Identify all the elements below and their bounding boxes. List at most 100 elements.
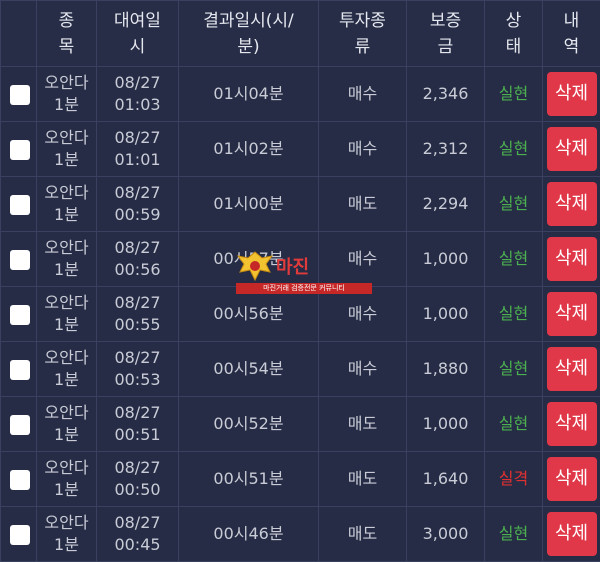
table-row: 오안다 1분08/27 00:5901시00분매도2,294실현삭제 bbox=[1, 177, 600, 232]
deposit-cell: 1,640 bbox=[407, 452, 485, 507]
result-time-cell: 00시51분 bbox=[179, 452, 319, 507]
row-checkbox[interactable] bbox=[10, 470, 30, 490]
delete-button[interactable]: 삭제 bbox=[547, 457, 597, 501]
type-cell: 매도 bbox=[319, 452, 407, 507]
header-type: 투자종 류 bbox=[319, 1, 407, 67]
header-deposit: 보증 금 bbox=[407, 1, 485, 67]
item-cell: 오안다 1분 bbox=[37, 342, 97, 397]
action-cell: 삭제 bbox=[543, 122, 600, 177]
row-checkbox[interactable] bbox=[10, 525, 30, 545]
item-cell: 오안다 1분 bbox=[37, 177, 97, 232]
status-cell: 실격 bbox=[485, 452, 543, 507]
delete-button[interactable]: 삭제 bbox=[547, 237, 597, 281]
action-cell: 삭제 bbox=[543, 67, 600, 122]
delete-button[interactable]: 삭제 bbox=[547, 512, 597, 556]
status-cell: 실현 bbox=[485, 232, 543, 287]
watermark-subtext: 마진거래 검증전문 커뮤니티 bbox=[236, 283, 372, 294]
action-cell: 삭제 bbox=[543, 287, 600, 342]
item-cell: 오안다 1분 bbox=[37, 287, 97, 342]
action-cell: 삭제 bbox=[543, 232, 600, 287]
table-row: 오안다 1분08/27 01:0101시02분매수2,312실현삭제 bbox=[1, 122, 600, 177]
deposit-cell: 2,294 bbox=[407, 177, 485, 232]
watermark-logo: 마진 마진거래 검증전문 커뮤니티 bbox=[236, 250, 372, 296]
delete-button[interactable]: 삭제 bbox=[547, 347, 597, 391]
result-time-cell: 01시00분 bbox=[179, 177, 319, 232]
row-checkbox[interactable] bbox=[10, 360, 30, 380]
table-body: 오안다 1분08/27 01:0301시04분매수2,346실현삭제오안다 1분… bbox=[1, 67, 600, 562]
deposit-cell: 2,312 bbox=[407, 122, 485, 177]
item-cell: 오안다 1분 bbox=[37, 507, 97, 562]
rent-time-cell: 08/27 01:01 bbox=[97, 122, 179, 177]
action-cell: 삭제 bbox=[543, 397, 600, 452]
header-rent-time: 대여일 시 bbox=[97, 1, 179, 67]
action-cell: 삭제 bbox=[543, 177, 600, 232]
delete-button[interactable]: 삭제 bbox=[547, 72, 597, 116]
type-cell: 매도 bbox=[319, 397, 407, 452]
row-checkbox-cell bbox=[1, 232, 37, 287]
deposit-cell: 1,880 bbox=[407, 342, 485, 397]
row-checkbox-cell bbox=[1, 67, 37, 122]
row-checkbox[interactable] bbox=[10, 85, 30, 105]
trade-history: 종 목 대여일 시 결과일시(시/ 분) 투자종 류 보증 금 상 태 내 역 … bbox=[0, 0, 600, 552]
status-cell: 실현 bbox=[485, 122, 543, 177]
table-header: 종 목 대여일 시 결과일시(시/ 분) 투자종 류 보증 금 상 태 내 역 bbox=[1, 1, 600, 67]
result-time-cell: 00시54분 bbox=[179, 342, 319, 397]
row-checkbox-cell bbox=[1, 342, 37, 397]
type-cell: 매도 bbox=[319, 177, 407, 232]
table-row: 오안다 1분08/27 00:5300시54분매수1,880실현삭제 bbox=[1, 342, 600, 397]
delete-button[interactable]: 삭제 bbox=[547, 182, 597, 226]
header-action: 내 역 bbox=[543, 1, 600, 67]
item-cell: 오안다 1분 bbox=[37, 232, 97, 287]
table-row: 오안다 1분08/27 00:5000시51분매도1,640실격삭제 bbox=[1, 452, 600, 507]
row-checkbox[interactable] bbox=[10, 250, 30, 270]
delete-button[interactable]: 삭제 bbox=[547, 292, 597, 336]
row-checkbox[interactable] bbox=[10, 415, 30, 435]
action-cell: 삭제 bbox=[543, 507, 600, 562]
item-cell: 오안다 1분 bbox=[37, 67, 97, 122]
status-cell: 실현 bbox=[485, 177, 543, 232]
header-result-time: 결과일시(시/ 분) bbox=[179, 1, 319, 67]
row-checkbox[interactable] bbox=[10, 305, 30, 325]
type-cell: 매수 bbox=[319, 67, 407, 122]
row-checkbox-cell bbox=[1, 122, 37, 177]
table-row: 오안다 1분08/27 01:0301시04분매수2,346실현삭제 bbox=[1, 67, 600, 122]
row-checkbox[interactable] bbox=[10, 195, 30, 215]
rent-time-cell: 08/27 01:03 bbox=[97, 67, 179, 122]
item-cell: 오안다 1분 bbox=[37, 452, 97, 507]
header-item: 종 목 bbox=[37, 1, 97, 67]
rent-time-cell: 08/27 00:56 bbox=[97, 232, 179, 287]
header-status: 상 태 bbox=[485, 1, 543, 67]
rent-time-cell: 08/27 00:51 bbox=[97, 397, 179, 452]
result-time-cell: 00시46분 bbox=[179, 507, 319, 562]
status-cell: 실현 bbox=[485, 397, 543, 452]
deposit-cell: 1,000 bbox=[407, 287, 485, 342]
status-cell: 실현 bbox=[485, 342, 543, 397]
result-time-cell: 01시04분 bbox=[179, 67, 319, 122]
row-checkbox-cell bbox=[1, 397, 37, 452]
row-checkbox-cell bbox=[1, 507, 37, 562]
action-cell: 삭제 bbox=[543, 342, 600, 397]
item-cell: 오안다 1분 bbox=[37, 122, 97, 177]
rent-time-cell: 08/27 00:59 bbox=[97, 177, 179, 232]
result-time-cell: 00시52분 bbox=[179, 397, 319, 452]
rent-time-cell: 08/27 00:55 bbox=[97, 287, 179, 342]
status-cell: 실현 bbox=[485, 67, 543, 122]
watermark-text: 마진 bbox=[276, 253, 309, 279]
row-checkbox-cell bbox=[1, 452, 37, 507]
action-cell: 삭제 bbox=[543, 452, 600, 507]
delete-button[interactable]: 삭제 bbox=[547, 402, 597, 446]
type-cell: 매도 bbox=[319, 507, 407, 562]
item-cell: 오안다 1분 bbox=[37, 397, 97, 452]
table-row: 오안다 1분08/27 00:4500시46분매도3,000실현삭제 bbox=[1, 507, 600, 562]
deposit-cell: 1,000 bbox=[407, 232, 485, 287]
type-cell: 매수 bbox=[319, 122, 407, 177]
deposit-cell: 1,000 bbox=[407, 397, 485, 452]
row-checkbox-cell bbox=[1, 177, 37, 232]
eagle-emblem-icon bbox=[236, 250, 274, 284]
row-checkbox-cell bbox=[1, 287, 37, 342]
rent-time-cell: 08/27 00:50 bbox=[97, 452, 179, 507]
row-checkbox[interactable] bbox=[10, 140, 30, 160]
type-cell: 매수 bbox=[319, 342, 407, 397]
delete-button[interactable]: 삭제 bbox=[547, 127, 597, 171]
deposit-cell: 2,346 bbox=[407, 67, 485, 122]
